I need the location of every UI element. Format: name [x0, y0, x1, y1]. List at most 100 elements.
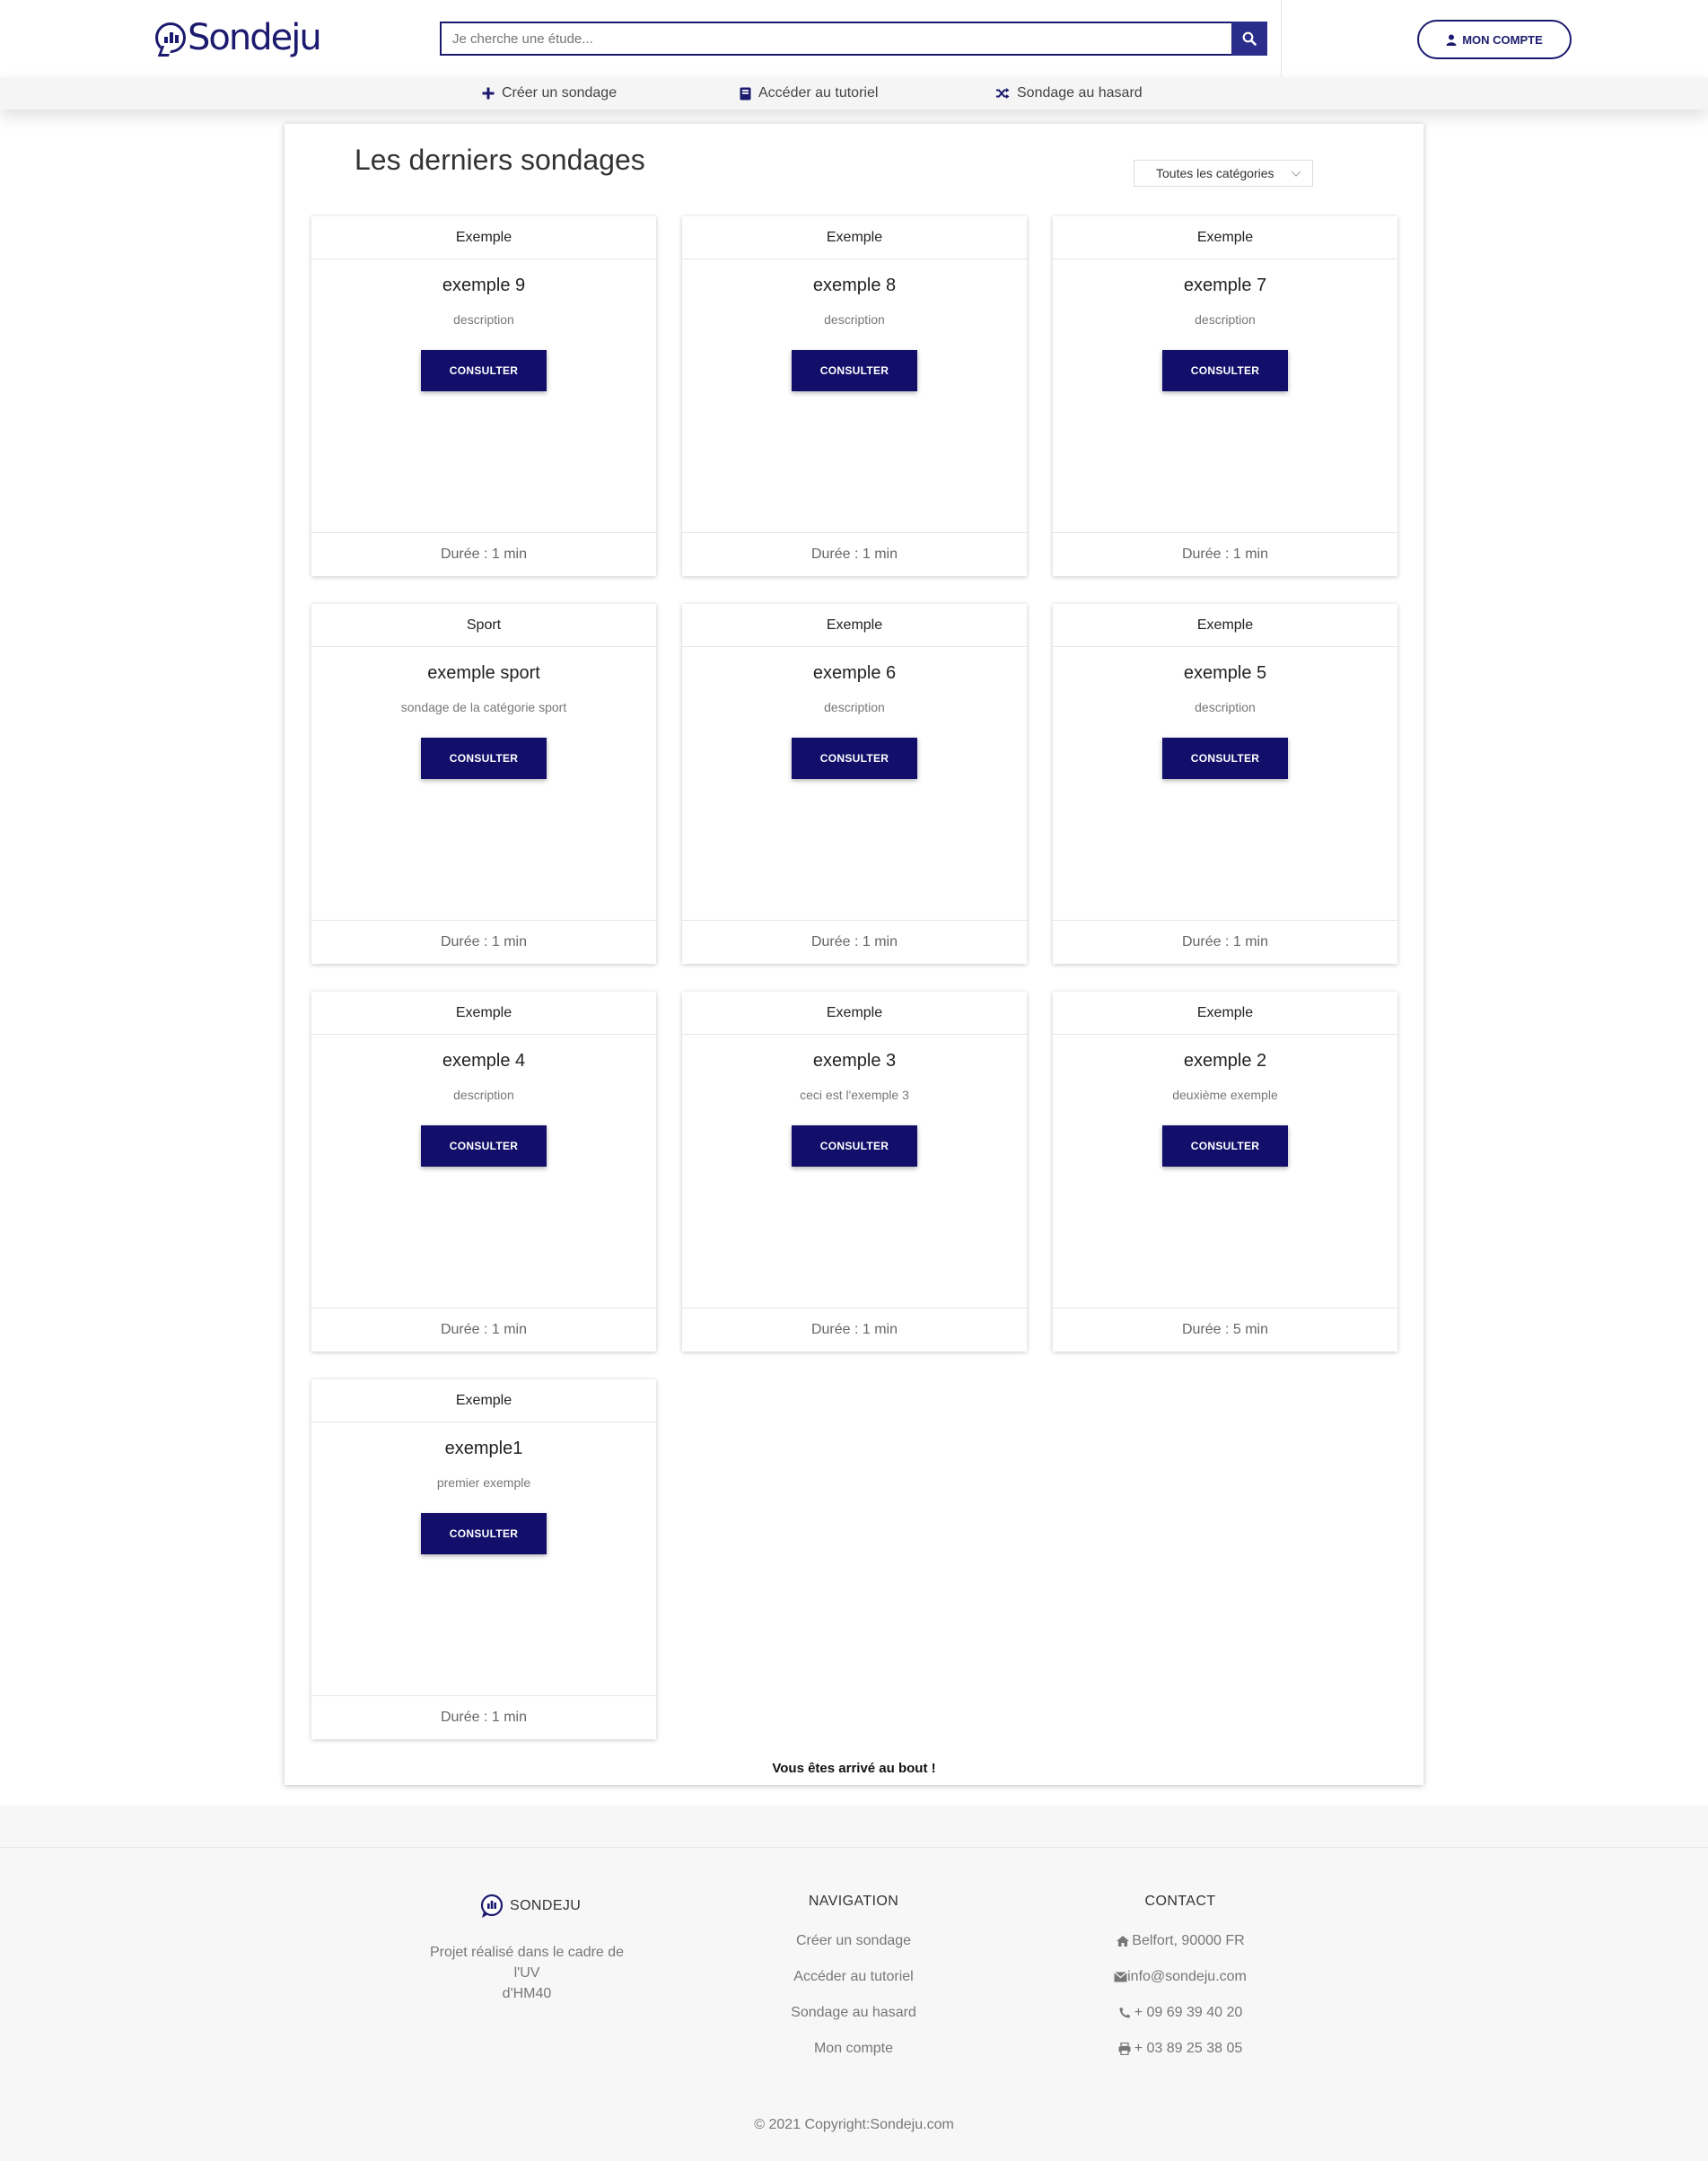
survey-card-duration: Durée : 1 min — [682, 532, 1027, 576]
account-button[interactable]: MON COMPTE — [1417, 20, 1572, 59]
survey-card: Exemple exemple 8 description CONSULTER Duré… — [682, 216, 1027, 576]
survey-card-title: exemple 2 — [1183, 1051, 1267, 1071]
header-divider — [1281, 0, 1282, 77]
footer-contact-heading: CONTACT — [1144, 1894, 1216, 1909]
survey-card: Exemple exemple 6 description CONSULTER Duré… — [682, 604, 1027, 964]
footer-divider — [0, 1847, 1708, 1848]
nav-tutorial[interactable]: Accéder au tutoriel — [740, 77, 878, 109]
survey-card-title: exemple 5 — [1183, 663, 1267, 683]
consult-button[interactable]: CONSULTER — [421, 1125, 547, 1167]
survey-card: Exemple exemple 5 description CONSULTER Duré… — [1053, 604, 1397, 964]
survey-card: Exemple exemple 2 deuxième exemple CONSULTE… — [1053, 992, 1397, 1352]
consult-button[interactable]: CONSULTER — [421, 350, 547, 391]
survey-card-description: premier exemple — [436, 1475, 531, 1490]
survey-card-duration: Durée : 1 min — [311, 1308, 656, 1352]
logo-text: Sondeju — [188, 17, 322, 58]
book-icon — [740, 87, 751, 100]
home-icon — [1117, 1936, 1130, 1947]
survey-card-duration: Durée : 5 min — [1053, 1308, 1397, 1352]
survey-card-title: exemple 8 — [812, 276, 897, 295]
footer-brand-description-line1: Projet réalisé dans le cadre de l'UV — [429, 1945, 625, 1981]
survey-card-title: exemple sport — [427, 663, 540, 683]
plus-icon — [482, 87, 495, 100]
consult-button[interactable]: CONSULTER — [421, 738, 547, 779]
page-title: Les derniers sondages — [355, 144, 645, 176]
survey-card-duration: Durée : 1 min — [1053, 532, 1397, 576]
survey-card-duration: Durée : 1 min — [311, 920, 656, 964]
survey-card-duration: Durée : 1 min — [311, 1695, 656, 1739]
footer-brand-description-line2: d'HM40 — [502, 1986, 552, 2001]
chevron-down-icon — [1291, 171, 1301, 177]
survey-card-title: exemple 6 — [812, 663, 897, 683]
nav-create-survey-label: Créer un sondage — [502, 85, 618, 101]
search-input[interactable] — [440, 22, 1231, 56]
account-label: MON COMPTE — [1462, 32, 1543, 47]
footer-nav-heading: NAVIGATION — [808, 1894, 899, 1909]
phone-icon — [1119, 2008, 1130, 2018]
logo-chat-icon — [480, 1894, 504, 1918]
search-button[interactable] — [1231, 22, 1267, 56]
survey-card-title: exemple 9 — [442, 276, 526, 295]
consult-button[interactable]: CONSULTER — [792, 350, 917, 391]
survey-card-description: deuxième exemple — [1172, 1088, 1278, 1102]
footer-contact-fax: + 03 89 25 38 05 — [1090, 2041, 1270, 2057]
survey-card-category: Exemple — [311, 992, 656, 1035]
footer-link-random-survey[interactable]: Sondage au hasard — [764, 2005, 943, 2021]
footer-contact-email[interactable]: info@sondeju.com — [1090, 1969, 1270, 1985]
survey-card-description: description — [453, 312, 514, 327]
consult-button[interactable]: CONSULTER — [1162, 1125, 1288, 1167]
consult-button[interactable]: CONSULTER — [1162, 350, 1288, 391]
survey-card: Sport exemple sport sondage de la catégori… — [311, 604, 656, 964]
consult-button[interactable]: CONSULTER — [1162, 738, 1288, 779]
end-of-list-text: Vous êtes arrivé au bout ! — [772, 1761, 936, 1776]
nav-random-survey[interactable]: Sondage au hasard — [995, 77, 1143, 109]
consult-button[interactable]: CONSULTER — [792, 738, 917, 779]
footer-brand-name: SONDEJU — [510, 1898, 582, 1913]
footer-contact-address-text: Belfort, 90000 FR — [1132, 1933, 1245, 1948]
survey-card-category: Exemple — [1053, 992, 1397, 1035]
nav-create-survey[interactable]: Créer un sondage — [482, 77, 617, 109]
survey-card-duration: Durée : 1 min — [682, 1308, 1027, 1352]
survey-card-description: description — [824, 700, 885, 714]
survey-card-title: exemple1 — [444, 1439, 523, 1458]
consult-button[interactable]: CONSULTER — [421, 1513, 547, 1554]
survey-card: Exemple exemple1 premier exemple CONSULTER D… — [311, 1379, 656, 1739]
footer-contact-phone-text: + 09 69 39 40 20 — [1134, 2005, 1243, 2020]
footer-link-tutorial[interactable]: Accéder au tutoriel — [764, 1969, 943, 1985]
nav-bar: Créer un sondage Accéder au tutoriel Son… — [0, 77, 1708, 109]
footer-contact-email-text: info@sondeju.com — [1127, 1969, 1247, 1984]
nav-tutorial-label: Accéder au tutoriel — [758, 85, 879, 101]
printer-icon — [1118, 2043, 1131, 2055]
survey-card-description: ceci est l'exemple 3 — [800, 1088, 909, 1102]
footer-link-create-survey[interactable]: Créer un sondage — [764, 1933, 943, 1949]
survey-card-description: description — [453, 1088, 514, 1102]
shuffle-icon — [996, 88, 1010, 99]
header: Sondeju MON COMPTE — [0, 0, 1708, 77]
survey-card-category: Exemple — [311, 1379, 656, 1422]
survey-card-category: Exemple — [682, 992, 1027, 1035]
survey-card: Exemple exemple 4 description CONSULTER Duré… — [311, 992, 656, 1352]
logo[interactable]: Sondeju — [155, 17, 322, 58]
surveys-panel: Les derniers sondages Toutes les catégor… — [285, 124, 1423, 1785]
footer-contact-address: Belfort, 90000 FR — [1090, 1933, 1270, 1949]
survey-card-category: Exemple — [1053, 604, 1397, 647]
survey-card-category: Exemple — [311, 216, 656, 259]
survey-card-description: sondage de la catégorie sport — [400, 700, 567, 714]
survey-card: Exemple exemple 9 description CONSULTER Duré… — [311, 216, 656, 576]
footer-brand: SONDEJU — [479, 1894, 581, 1919]
survey-card-duration: Durée : 1 min — [682, 920, 1027, 964]
footer-contact-fax-text: + 03 89 25 38 05 — [1134, 2041, 1243, 2056]
survey-card: Exemple exemple 7 description CONSULTER Duré… — [1053, 216, 1397, 576]
category-select-value: Toutes les catégories — [1156, 166, 1274, 180]
survey-card-duration: Durée : 1 min — [1053, 920, 1397, 964]
survey-card-description: description — [1195, 312, 1256, 327]
user-icon — [1446, 34, 1457, 46]
survey-card-category: Sport — [311, 604, 656, 647]
logo-chat-icon — [155, 22, 186, 53]
survey-card-description: description — [824, 312, 885, 327]
category-select[interactable]: Toutes les catégories — [1134, 160, 1313, 187]
footer-contact-phone: + 09 69 39 40 20 — [1090, 2005, 1270, 2021]
consult-button[interactable]: CONSULTER — [792, 1125, 917, 1167]
survey-card-title: exemple 7 — [1183, 276, 1267, 295]
footer-link-account[interactable]: Mon compte — [764, 2041, 943, 2057]
